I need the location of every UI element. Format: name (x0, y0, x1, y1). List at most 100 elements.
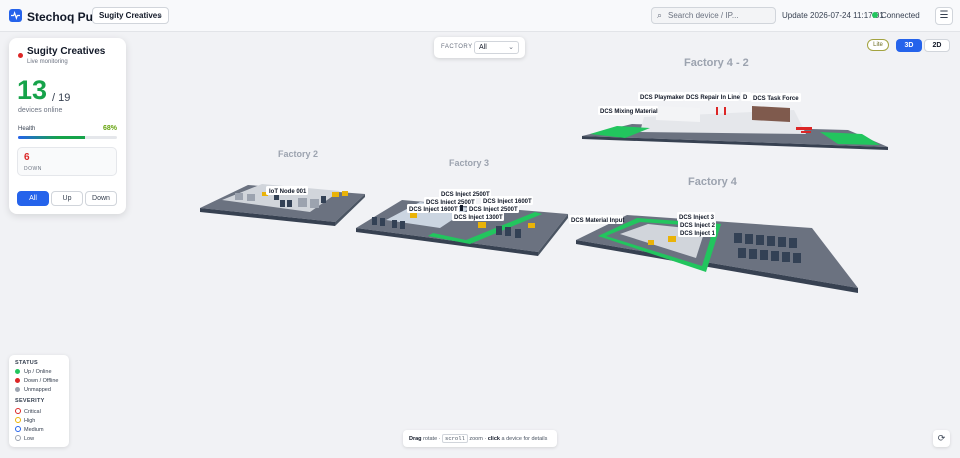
hint-rotate: rotate · (423, 436, 441, 442)
health-bar (18, 136, 117, 139)
health-bar-fill (18, 136, 86, 139)
device-label-text: IoT Node 001 (269, 189, 307, 195)
device-label-text: DCS Task Force (753, 96, 799, 102)
hint-zoom: zoom · (469, 436, 487, 442)
connection-dot-icon (872, 12, 878, 18)
legend-item-unmapped: Unmapped (15, 387, 51, 393)
device-label-dcs-inject-2500t-c[interactable]: DCS Inject 2500T (467, 204, 519, 213)
down-count-box[interactable]: 6 DOWN (17, 147, 117, 176)
device-label-dcs-task-force[interactable]: DCS Task Force (751, 93, 801, 102)
device-label-dcs-repair-in-line[interactable]: DCS Repair In Line (684, 92, 741, 101)
hint-scroll-key: scroll (442, 434, 468, 443)
device-label-dcs-inject-1600t-b[interactable]: DCS Inject 1600T (407, 204, 459, 213)
reset-view-icon: ⟳ (937, 433, 946, 443)
legend-item-high: High (15, 417, 35, 424)
filter-down-button[interactable]: Down (85, 191, 117, 206)
filter-up-button[interactable]: Up (51, 191, 83, 206)
search-input[interactable]: ⌕ Search device / IP... (651, 7, 776, 24)
org-select[interactable]: Sugity Creatives ⌄ (92, 7, 169, 24)
lite-mode-button[interactable]: Lite (867, 39, 889, 51)
device-label-text: DCS Inject 1600T (409, 207, 458, 213)
factory-3-title: Factory 3 (449, 158, 489, 168)
health-percentage: 68% (102, 125, 117, 132)
factory-select-value: All (479, 44, 487, 51)
device-label-text: DCS Mixing Material (600, 109, 658, 115)
device-total: / 19 (52, 92, 71, 104)
health-label: Health (18, 126, 36, 132)
device-label-text: DCS Material Input (571, 218, 624, 224)
device-label-text: DCS Inject 1 (680, 231, 716, 237)
factory-4-platform[interactable] (576, 215, 858, 293)
factory-select[interactable]: All ⌄ (474, 41, 519, 54)
hint-details: a device for details (501, 436, 548, 442)
device-label-dcs-inject-2[interactable]: DCS Inject 2 (678, 220, 716, 229)
controls-hint: Drag rotate · scroll zoom · click a devi… (403, 430, 557, 447)
device-label-dcs-material-input[interactable]: DCS Material Input (569, 215, 624, 224)
down-label: DOWN (24, 166, 42, 172)
connection-status-label: Connected (881, 11, 920, 20)
live-monitoring-label: Live monitoring (27, 59, 68, 65)
connection-status: Connected (872, 11, 920, 20)
search-icon: ⌕ (657, 10, 663, 20)
device-label-dcs-inject-1600t-a[interactable]: DCS Inject 1600T (481, 196, 533, 205)
critical-ring-icon (15, 408, 21, 414)
view-2d-button[interactable]: 2D (924, 39, 950, 52)
device-label-dcs-playmaker[interactable]: DCS Playmaker (638, 92, 685, 101)
search-placeholder: Search device / IP... (668, 11, 739, 20)
down-count: 6 (24, 152, 30, 163)
legend-label: Unmapped (24, 387, 51, 393)
device-label-text: D (743, 95, 748, 101)
legend-label: Critical (24, 409, 41, 415)
gray-dot-icon (15, 387, 20, 392)
legend-label: Low (24, 436, 35, 442)
reset-view-button[interactable]: ⟳ (933, 430, 950, 447)
device-label-iot-node-001[interactable]: IoT Node 001 (266, 186, 308, 195)
legend-status-title: STATUS (15, 360, 38, 366)
update-timestamp: Update 2026-07-24 11:17:01 (782, 11, 884, 20)
legend-panel: STATUS Up / Online Down / Offline Unmapp… (9, 355, 69, 447)
red-dot-icon (15, 378, 20, 383)
view-3d-button[interactable]: 3D (896, 39, 922, 52)
device-label-partial[interactable]: D (741, 92, 751, 101)
low-ring-icon (15, 435, 21, 441)
menu-button[interactable]: ☰ (935, 7, 953, 25)
legend-label: Down / Offline (24, 378, 59, 384)
legend-item-down: Down / Offline (15, 378, 58, 384)
factory-4-2-title: Factory 4 - 2 (684, 57, 749, 69)
factory-2-title: Factory 2 (278, 149, 318, 159)
devices-online-label: devices online (18, 107, 63, 114)
factory-3d-scene[interactable]: Factory 2 Factory 3 Factory 4 - 2 Factor… (0, 32, 960, 458)
org-select-value: Sugity Creatives (99, 11, 162, 20)
device-label-dcs-mixing-material[interactable]: DCS Mixing Material (598, 106, 658, 115)
legend-label: Medium (24, 427, 44, 433)
top-bar: Stechoq Pulse Sugity Creatives ⌄ ⌕ Searc… (0, 0, 960, 32)
chevron-down-icon: ⌄ (508, 44, 514, 51)
medium-ring-icon (15, 426, 21, 432)
legend-label: Up / Online (24, 369, 52, 375)
chevron-down-icon: ⌄ (156, 10, 163, 19)
legend-severity-title: SEVERITY (15, 398, 45, 404)
device-label-dcs-inject-3[interactable]: DCS Inject 3 (677, 212, 715, 221)
hamburger-icon: ☰ (939, 10, 949, 21)
factory-4-title: Factory 4 (688, 176, 738, 188)
org-status-dot-icon (18, 53, 23, 58)
device-label-dcs-inject-1300t[interactable]: DCS Inject 1300T (452, 212, 504, 221)
filter-all-button[interactable]: All (17, 191, 49, 206)
device-label-text: DCS Playmaker (640, 95, 685, 101)
legend-item-low: Low (15, 435, 34, 442)
factory-filter-label: FACTORY (441, 44, 473, 50)
summary-card: Sugity Creatives Live monitoring 13 / 19… (9, 38, 126, 214)
legend-item-up: Up / Online (15, 369, 52, 375)
device-marker[interactable] (460, 205, 463, 211)
factory-filter: FACTORY All ⌄ (434, 37, 525, 58)
device-label-dcs-inject-1[interactable]: DCS Inject 1 (678, 228, 716, 237)
hint-drag: Drag (409, 436, 422, 442)
legend-label: High (24, 418, 36, 424)
high-ring-icon (15, 417, 21, 423)
online-count: 13 (17, 75, 48, 105)
device-label-text: DCS Repair In Line (686, 95, 741, 101)
legend-item-critical: Critical (15, 408, 41, 415)
pulse-logo-icon (9, 9, 22, 22)
hint-click: click (487, 436, 500, 442)
green-dot-icon (15, 369, 20, 374)
